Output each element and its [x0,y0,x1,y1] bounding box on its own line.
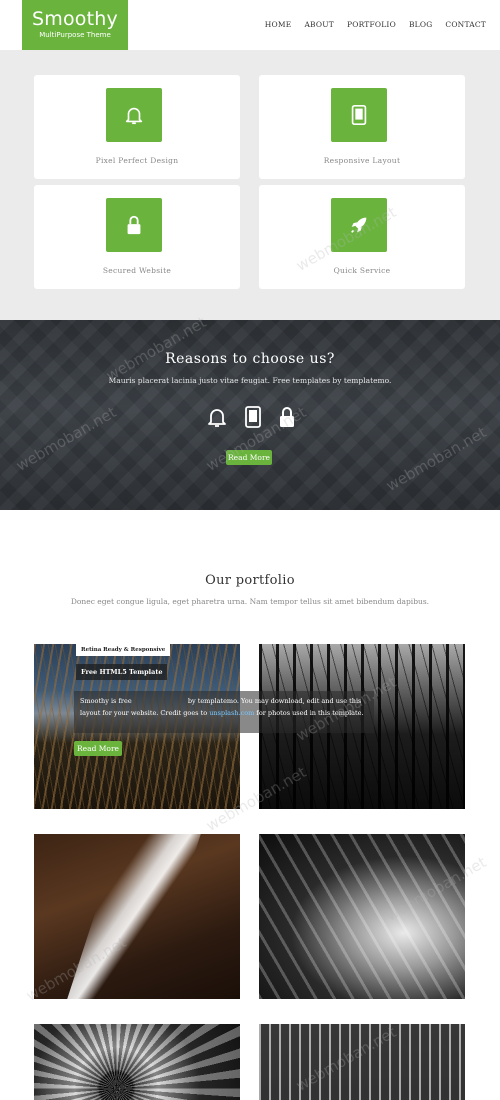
reasons-read-more-button[interactable]: Read More [226,450,272,465]
unsplash-link[interactable]: unsplash.com [209,709,254,717]
bell-icon [205,405,229,433]
tablet-icon [331,88,387,142]
lock-icon [106,198,162,252]
nav-home[interactable]: HOME [265,20,292,29]
reasons-subtitle: Mauris placerat lacinia justo vitae feug… [108,376,392,385]
portfolio-title: Our portfolio [205,573,295,588]
bell-icon [106,88,162,142]
feature-label: Quick Service [333,266,391,275]
nav-contact[interactable]: CONTACT [445,20,486,29]
feature-card-quick-service: Quick Service [259,185,465,289]
reasons-section: Reasons to choose us? Mauris placerat la… [0,320,500,510]
desc-text: Smoothy is free [80,697,132,705]
portfolio-subtitle: Donec eget congue ligula, eget pharetra … [70,597,430,606]
main-nav: HOME ABOUT PORTFOLIO BLOG CONTACT [265,20,486,29]
logo-subtitle: MultiPurpose Theme [39,31,111,39]
nav-about[interactable]: ABOUT [304,20,334,29]
desc-text: for photos used in this template. [256,709,364,717]
portfolio-item-title: Free HTML5 Template [76,664,168,680]
feature-label: Secured Website [102,266,172,275]
nav-blog[interactable]: BLOG [409,20,432,29]
portfolio-read-more-button[interactable]: Read More [74,741,122,756]
site-header: Smoothy MultiPurpose Theme HOME ABOUT PO… [0,0,500,50]
features-section: Pixel Perfect Design Responsive Layout S… [0,50,500,320]
portfolio-item-description: Smoothy is free by templatemo. You may d… [74,691,374,733]
rocket-icon [331,198,387,252]
tablet-icon [243,405,263,433]
portfolio-item-3[interactable] [34,834,240,999]
portfolio-item-4[interactable] [259,834,465,999]
portfolio-badge: Retina Ready & Responsive [76,644,171,656]
portfolio-image [259,834,465,999]
portfolio-image [34,1024,240,1100]
nav-portfolio[interactable]: PORTFOLIO [347,20,396,29]
feature-label: Pixel Perfect Design [95,156,179,165]
site-logo[interactable]: Smoothy MultiPurpose Theme [22,0,128,50]
feature-card-secured: Secured Website [34,185,240,289]
reasons-icons [205,405,297,433]
feature-label: Responsive Layout [323,156,401,165]
lock-icon [277,405,297,433]
portfolio-item-1[interactable]: Retina Ready & Responsive Free HTML5 Tem… [34,644,374,809]
portfolio-item-5[interactable] [34,1024,240,1100]
logo-title: Smoothy [32,8,118,30]
portfolio-image [67,834,201,999]
feature-card-pixel-perfect: Pixel Perfect Design [34,75,240,179]
feature-card-responsive: Responsive Layout [259,75,465,179]
reasons-title: Reasons to choose us? [165,351,335,367]
portfolio-item-6[interactable] [259,1024,465,1100]
portfolio-image [259,1024,465,1100]
